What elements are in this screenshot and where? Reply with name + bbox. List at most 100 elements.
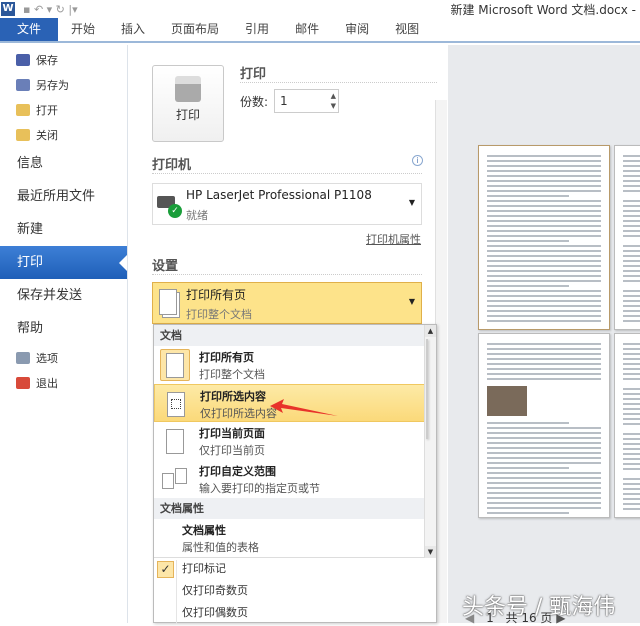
sidebar-item-info[interactable]: 信息 <box>0 147 127 180</box>
text-line <box>623 423 640 425</box>
copies-label: 份数: <box>240 95 269 109</box>
sidebar-item-label: 选项 <box>36 351 58 365</box>
text-line <box>487 353 601 355</box>
printer-select[interactable]: ✓ HP LaserJet Professional P1108 就绪 ▼ <box>152 183 422 225</box>
text-line <box>623 260 640 262</box>
sidebar-item-new[interactable]: 新建 <box>0 213 127 246</box>
text-line <box>487 442 601 444</box>
text-line <box>623 478 640 480</box>
printer-icon <box>175 76 201 102</box>
option-label: 仅打印偶数页 <box>182 606 248 619</box>
text-line <box>623 373 640 375</box>
preview-page[interactable] <box>614 333 640 518</box>
text-line <box>487 477 601 479</box>
text-line <box>487 462 601 464</box>
text-line <box>623 170 640 172</box>
tab-file[interactable]: 文件 <box>0 18 58 41</box>
text-line <box>623 363 640 365</box>
text-line <box>623 250 640 252</box>
option-print-even-pages[interactable]: 仅打印偶数页 <box>154 602 436 624</box>
sidebar-item-options[interactable]: 选项 <box>0 345 127 370</box>
text-line <box>487 310 601 312</box>
print-button-label: 打印 <box>175 108 200 122</box>
tab-insert[interactable]: 插入 <box>108 18 158 41</box>
tab-view[interactable]: 视图 <box>382 18 432 41</box>
sidebar-item-help[interactable]: 帮助 <box>0 312 127 345</box>
current-page-icon <box>160 425 190 457</box>
dropdown-group-header: 文档属性 <box>154 498 436 519</box>
text-line <box>487 305 601 307</box>
text-line <box>487 225 601 227</box>
tab-review[interactable]: 审阅 <box>332 18 382 41</box>
settings-section-title: 设置 <box>152 259 179 274</box>
tab-mailings[interactable]: 邮件 <box>282 18 332 41</box>
text-line <box>623 290 640 292</box>
tab-references[interactable]: 引用 <box>232 18 282 41</box>
text-line <box>623 468 640 470</box>
sidebar-item-close[interactable]: 关闭 <box>0 122 127 147</box>
sidebar-item-save-send[interactable]: 保存并发送 <box>0 279 127 312</box>
option-print-all-pages[interactable]: 打印所有页 打印整个文档 <box>154 346 436 384</box>
save-icon <box>16 53 30 66</box>
text-line <box>623 443 640 445</box>
dropdown-scrollbar[interactable]: ▲ ▼ <box>424 325 436 558</box>
text-line <box>487 210 601 212</box>
copies-input[interactable]: 1 ▲ ▼ <box>274 89 339 113</box>
option-print-markup[interactable]: ✓ 打印标记 <box>154 558 436 580</box>
text-line <box>623 353 640 355</box>
print-range-select[interactable]: 打印所有页 打印整个文档 ▼ <box>152 282 422 324</box>
print-button[interactable]: 打印 <box>152 65 224 142</box>
text-line <box>623 448 640 450</box>
text-line <box>623 230 640 232</box>
preview-page[interactable] <box>478 145 610 330</box>
option-label: 仅打印奇数页 <box>182 584 248 597</box>
text-line <box>623 225 640 227</box>
text-line <box>623 503 640 505</box>
quick-access-toolbar[interactable]: ▪ ↶ ▾ ↻ |▾ <box>23 3 78 16</box>
preview-page[interactable] <box>478 333 610 518</box>
text-line <box>487 452 601 454</box>
preview-page[interactable] <box>614 145 640 330</box>
text-line <box>487 290 601 292</box>
option-title: 打印所有页 <box>199 351 254 364</box>
option-print-custom-range[interactable]: 打印自定义范围 输入要打印的指定页或节 <box>154 460 436 498</box>
text-line <box>623 403 640 405</box>
tab-page-layout[interactable]: 页面布局 <box>158 18 232 41</box>
text-line <box>487 300 601 302</box>
scroll-up-icon[interactable]: ▲ <box>425 325 436 337</box>
sidebar-item-exit[interactable]: 退出 <box>0 370 127 395</box>
option-document-properties[interactable]: 文档属性 属性和值的表格 <box>154 519 436 557</box>
text-line <box>487 358 601 360</box>
image-thumbnail <box>487 386 527 416</box>
option-description: 输入要打印的指定页或节 <box>199 482 320 495</box>
option-print-odd-pages[interactable]: 仅打印奇数页 <box>154 580 436 602</box>
text-line <box>623 300 640 302</box>
divider <box>152 274 422 275</box>
text-line <box>623 165 640 167</box>
sidebar-item-open[interactable]: 打开 <box>0 97 127 122</box>
text-line <box>487 378 601 380</box>
text-line <box>623 488 640 490</box>
text-line <box>623 175 640 177</box>
printer-properties-link[interactable]: 打印机属性 <box>366 231 421 247</box>
scroll-thumb[interactable] <box>426 339 428 439</box>
scroll-down-icon[interactable]: ▼ <box>425 546 436 558</box>
text-line <box>623 210 640 212</box>
sidebar-item-recent[interactable]: 最近所用文件 <box>0 180 127 213</box>
tab-home[interactable]: 开始 <box>58 18 108 41</box>
info-icon[interactable]: i <box>412 155 423 166</box>
text-line <box>487 220 601 222</box>
sidebar-item-print[interactable]: 打印 <box>0 246 127 279</box>
text-line <box>487 507 601 509</box>
open-folder-icon <box>16 103 30 116</box>
sidebar-item-save[interactable]: 保存 <box>0 47 127 72</box>
copies-spinner[interactable]: ▲ ▼ <box>331 91 336 111</box>
text-line <box>487 427 601 429</box>
text-line <box>487 315 601 317</box>
text-line <box>623 205 640 207</box>
sidebar-item-save-as[interactable]: 另存为 <box>0 72 127 97</box>
option-print-current-page[interactable]: 打印当前页面 仅打印当前页 <box>154 422 436 460</box>
text-line <box>623 348 640 350</box>
text-line <box>623 270 640 272</box>
text-line <box>487 447 601 449</box>
